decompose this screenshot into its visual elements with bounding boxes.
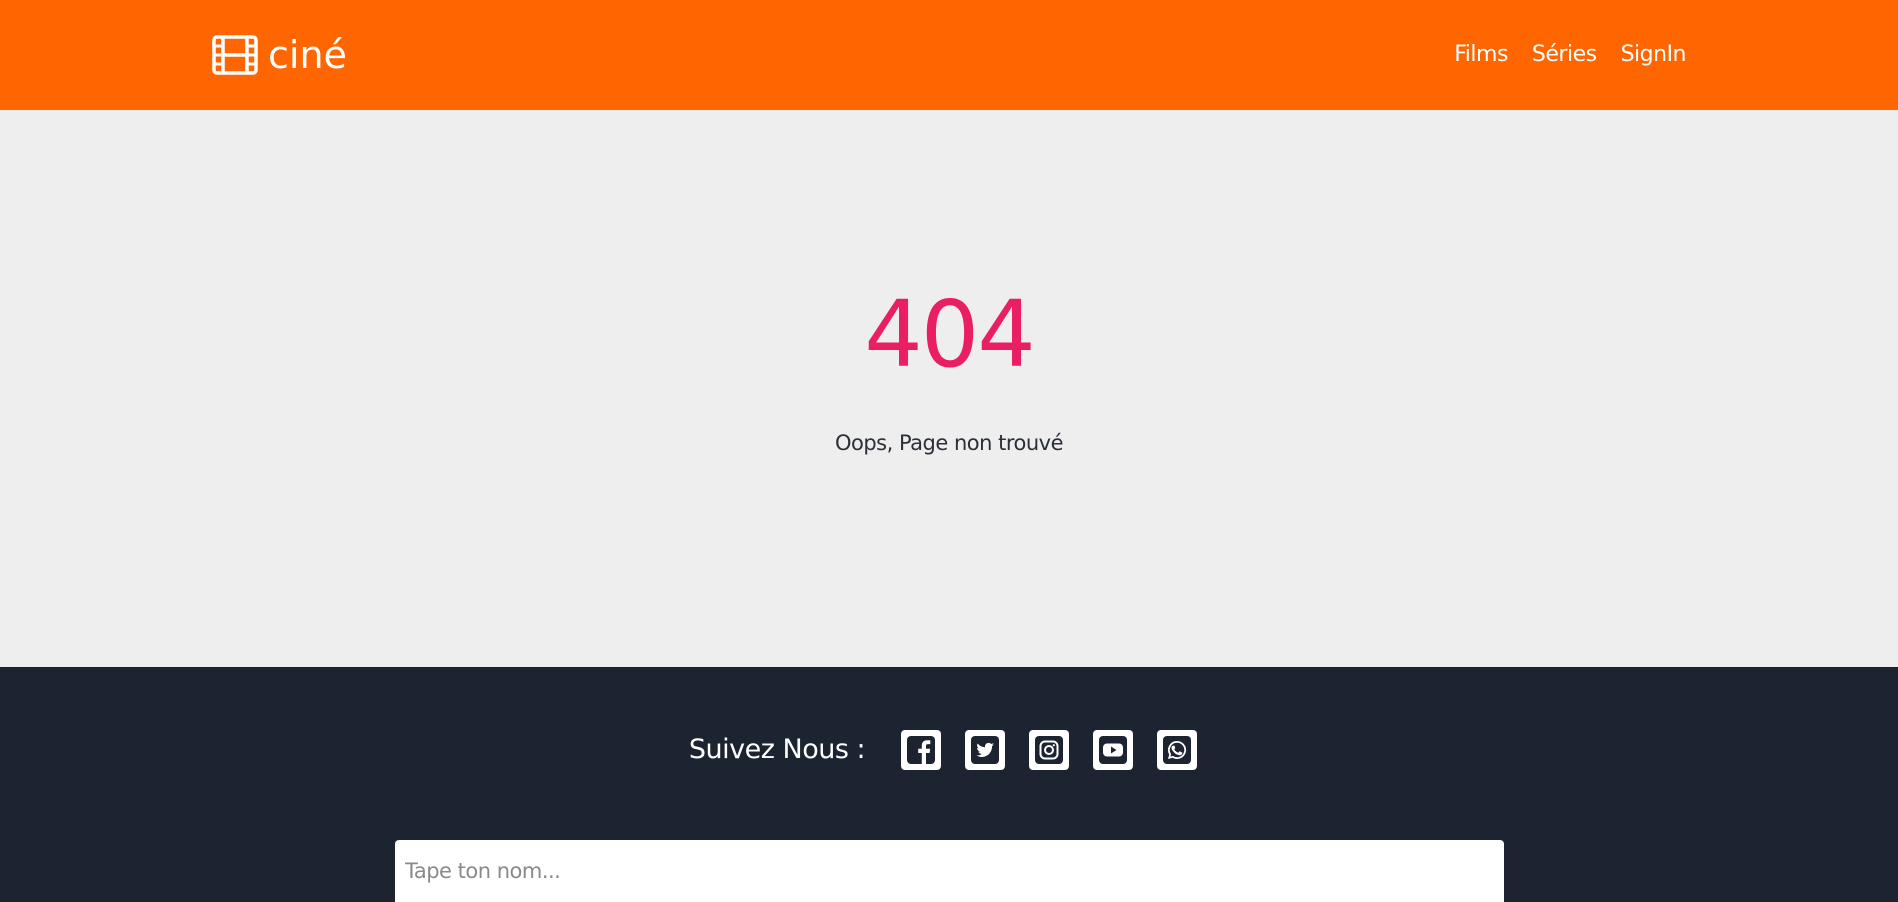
whatsapp-link[interactable] bbox=[1157, 730, 1198, 770]
error-message: Oops, Page non trouvé bbox=[834, 431, 1064, 455]
error-code: 404 bbox=[864, 281, 1036, 388]
twitter-link[interactable] bbox=[965, 730, 1006, 770]
name-input[interactable] bbox=[395, 840, 1504, 902]
site-header: ciné Films Séries SignIn bbox=[0, 0, 1898, 110]
youtube-link[interactable] bbox=[1093, 730, 1134, 770]
main-nav: Films Séries SignIn bbox=[1430, 38, 1686, 72]
main-content: 404 Oops, Page non trouvé bbox=[0, 110, 1898, 667]
twitter-icon bbox=[971, 736, 1000, 764]
instagram-link[interactable] bbox=[1029, 730, 1070, 770]
nav-films[interactable]: Films bbox=[1454, 38, 1508, 72]
logo-link[interactable]: ciné bbox=[212, 34, 347, 76]
whatsapp-icon bbox=[1163, 736, 1192, 764]
film-icon bbox=[212, 35, 258, 75]
logo-text: ciné bbox=[268, 33, 347, 77]
follow-us-row: Suivez Nous : bbox=[0, 727, 1898, 773]
youtube-icon bbox=[1099, 736, 1128, 764]
nav-signin[interactable]: SignIn bbox=[1621, 38, 1687, 72]
follow-label: Suivez Nous : bbox=[688, 734, 866, 765]
instagram-icon bbox=[1035, 736, 1064, 764]
nav-series[interactable]: Séries bbox=[1532, 38, 1597, 72]
facebook-icon bbox=[907, 736, 936, 764]
site-footer: Suivez Nous : bbox=[0, 667, 1898, 902]
facebook-link[interactable] bbox=[901, 730, 942, 770]
